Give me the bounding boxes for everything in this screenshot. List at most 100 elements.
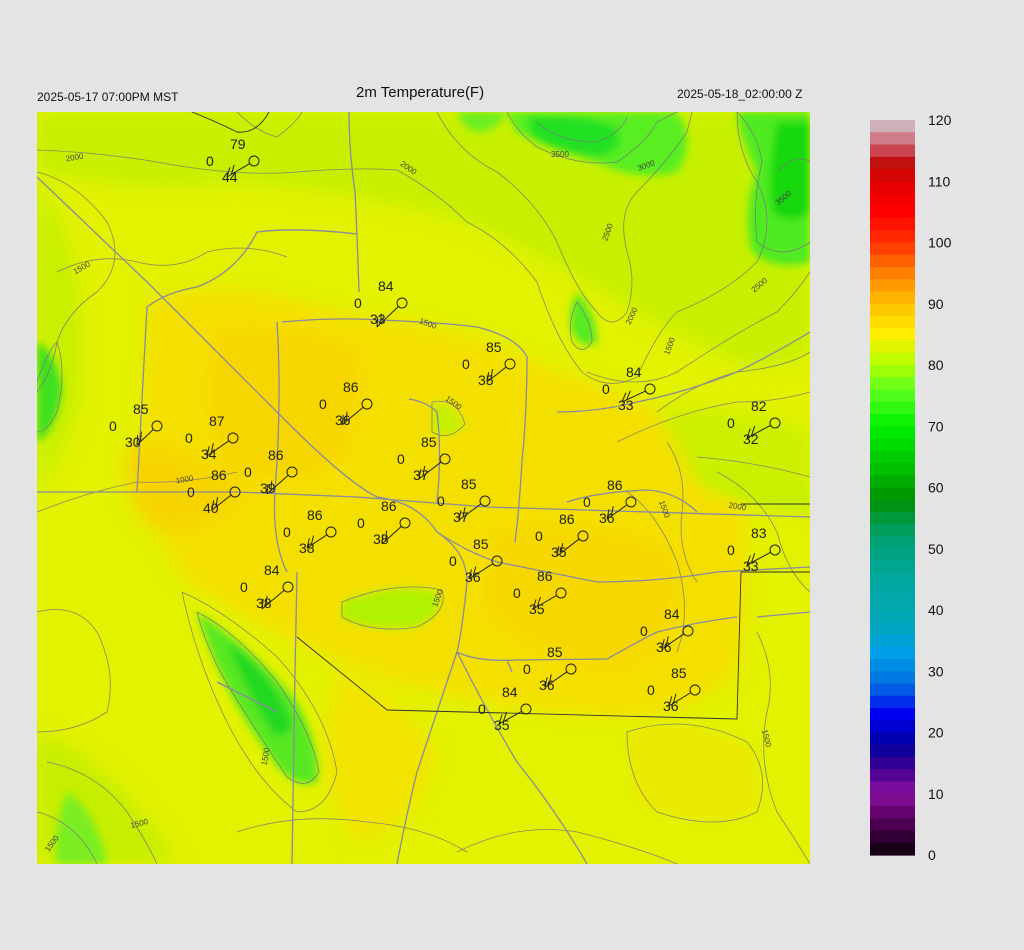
colorbar-tick-label: 100 <box>928 235 952 251</box>
temperature-value: 84 <box>502 684 518 700</box>
colorbar-band <box>870 732 915 746</box>
colorbar-band <box>870 303 915 317</box>
wind-gust-value: 0 <box>244 464 252 480</box>
colorbar-tick-label: 70 <box>928 418 944 434</box>
dewpoint-value: 39 <box>260 480 276 496</box>
wind-gust-value: 0 <box>462 356 470 372</box>
map-title: 2m Temperature(F) <box>356 84 485 101</box>
wind-gust-value: 0 <box>513 585 521 601</box>
temperature-value: 84 <box>264 562 280 578</box>
temperature-value: 86 <box>343 379 359 395</box>
colorbar-band <box>870 120 915 133</box>
colorbar-band <box>870 659 915 672</box>
dewpoint-value: 33 <box>370 311 386 327</box>
dewpoint-value: 32 <box>743 431 759 447</box>
colorbar-band <box>870 291 915 305</box>
dewpoint-value: 34 <box>201 446 217 462</box>
temperature-value: 84 <box>664 606 680 622</box>
colorbar-band <box>870 548 915 562</box>
colorbar-band <box>870 793 915 807</box>
colorbar-band <box>870 450 915 464</box>
dewpoint-value: 33 <box>743 558 759 574</box>
colorbar-band <box>870 806 915 819</box>
colorbar-band <box>870 328 915 342</box>
dewpoint-value: 44 <box>222 169 238 185</box>
wind-gust-value: 0 <box>523 661 531 677</box>
colorbar-band <box>870 622 915 636</box>
dewpoint-value: 35 <box>478 372 494 388</box>
colorbar-band <box>870 414 915 427</box>
colorbar-band <box>870 499 915 513</box>
dewpoint-value: 37 <box>413 467 429 483</box>
dewpoint-value: 35 <box>551 544 567 560</box>
colorbar-band <box>870 254 915 268</box>
wind-gust-value: 0 <box>357 515 365 531</box>
dewpoint-value: 40 <box>203 500 219 516</box>
temperature-value: 86 <box>307 507 323 523</box>
colorbar-band <box>870 169 915 182</box>
dewpoint-value: 36 <box>656 639 672 655</box>
temperature-value: 79 <box>230 136 246 152</box>
colorbar-tick-label: 120 <box>928 112 952 128</box>
temperature-value: 86 <box>607 477 623 493</box>
wind-gust-value: 0 <box>283 524 291 540</box>
dewpoint-value: 36 <box>465 569 481 585</box>
wind-gust-value: 0 <box>478 701 486 717</box>
wind-gust-value: 0 <box>727 415 735 431</box>
colorbar-band <box>870 426 915 440</box>
colorbar-band <box>870 205 915 219</box>
colorbar-band <box>870 156 915 170</box>
temperature-value: 84 <box>378 278 394 294</box>
colorbar-band <box>870 389 915 403</box>
temperature-value: 82 <box>751 398 767 414</box>
contour-label: 3500 <box>551 150 569 159</box>
colorbar-tick-label: 90 <box>928 296 944 312</box>
temperature-value: 85 <box>486 339 502 355</box>
colorbar-tick-label: 20 <box>928 725 944 741</box>
colorbar-band <box>870 475 915 489</box>
temperature-map: 2000200035003000350025002500200015001500… <box>37 112 810 864</box>
colorbar-band <box>870 279 915 293</box>
colorbar-band <box>870 536 915 550</box>
colorbar-band <box>870 683 915 697</box>
colorbar-band <box>870 757 915 770</box>
colorbar-tick-label: 30 <box>928 663 944 679</box>
wind-gust-value: 0 <box>583 494 591 510</box>
temperature-value: 87 <box>209 413 225 429</box>
colorbar-band <box>870 830 915 844</box>
colorbar-band <box>870 671 915 685</box>
wind-gust-value: 0 <box>354 295 362 311</box>
temperature-value: 85 <box>461 476 477 492</box>
wind-gust-value: 0 <box>647 682 655 698</box>
colorbar-band <box>870 340 915 354</box>
colorbar-tick-label: 10 <box>928 786 944 802</box>
temperature-value: 85 <box>547 644 563 660</box>
wind-gust-value: 0 <box>437 493 445 509</box>
temperature-value: 85 <box>421 434 437 450</box>
colorbar-band <box>870 597 915 611</box>
colorbar-band <box>870 242 915 256</box>
colorbar: 1201101009080706050403020100 <box>870 112 952 863</box>
colorbar-band <box>870 193 915 207</box>
wind-gust-value: 0 <box>109 418 117 434</box>
wind-gust-value: 0 <box>206 153 214 169</box>
dewpoint-value: 30 <box>125 434 141 450</box>
dewpoint-value: 36 <box>599 510 615 526</box>
valid-time-label: 2025-05-18_02:00:00 Z <box>677 87 803 101</box>
dewpoint-value: 36 <box>539 677 555 693</box>
temperature-value: 86 <box>559 511 575 527</box>
colorbar-band <box>870 316 915 329</box>
local-time-label: 2025-05-17 07:00PM MST <box>37 90 179 104</box>
dewpoint-value: 35 <box>529 601 545 617</box>
colorbar-band <box>870 646 915 660</box>
colorbar-band <box>870 524 915 538</box>
dewpoint-value: 33 <box>618 397 634 413</box>
wind-gust-value: 0 <box>727 542 735 558</box>
wind-barb <box>140 431 142 442</box>
colorbar-band <box>870 132 915 146</box>
wind-gust-value: 0 <box>602 381 610 397</box>
colorbar-band <box>870 610 915 623</box>
dewpoint-value: 36 <box>663 698 679 714</box>
colorbar-band <box>870 708 915 721</box>
colorbar-band <box>870 512 915 525</box>
